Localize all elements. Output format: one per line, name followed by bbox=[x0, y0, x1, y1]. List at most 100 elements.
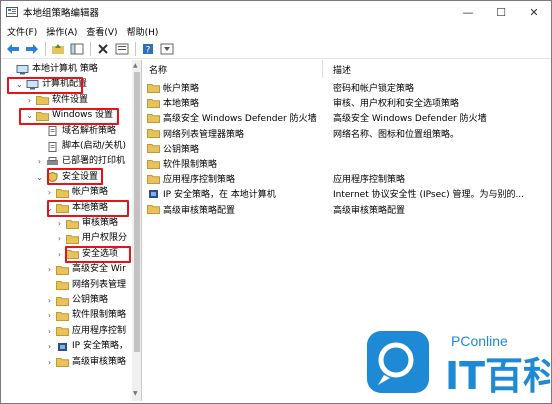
column-header-name[interactable]: 名称 bbox=[143, 60, 323, 78]
folder-icon bbox=[56, 280, 72, 291]
forward-arrow-icon[interactable] bbox=[24, 41, 40, 57]
highlight-security-options bbox=[65, 246, 131, 263]
column-header-description[interactable]: 描述 bbox=[325, 60, 551, 78]
back-arrow-icon[interactable] bbox=[5, 41, 21, 57]
expand-closed-chevron-icon[interactable]: › bbox=[45, 296, 54, 305]
folder-icon bbox=[66, 219, 82, 229]
watermark-brand-small: PConline bbox=[451, 333, 508, 349]
list-item[interactable]: 公钥策略 bbox=[143, 141, 551, 156]
tree-item[interactable]: › 帐户策略 bbox=[45, 185, 108, 200]
tree-item[interactable]: 域名解析策略 bbox=[35, 124, 116, 139]
tree-item-label: 用户权限分 bbox=[82, 233, 128, 244]
tree-item-label: 域名解析策略 bbox=[62, 125, 117, 136]
list-item-name: 高级审核策略配置 bbox=[163, 205, 236, 216]
expand-closed-chevron-icon[interactable]: › bbox=[45, 342, 54, 351]
tree-item[interactable]: › 软件设置 bbox=[25, 93, 88, 108]
expand-closed-chevron-icon[interactable]: › bbox=[25, 96, 34, 105]
ipsec-icon bbox=[56, 342, 72, 352]
tree-item[interactable]: › 审核策略 bbox=[55, 216, 118, 231]
expand-closed-chevron-icon[interactable]: › bbox=[45, 358, 54, 367]
show-hide-tree-icon[interactable] bbox=[69, 41, 85, 57]
list-item-description: 高级审核策略配置 bbox=[333, 205, 406, 216]
up-folder-icon[interactable] bbox=[50, 41, 66, 57]
tree-item[interactable]: › 高级安全 Wir bbox=[45, 262, 126, 277]
expand-closed-chevron-icon[interactable]: › bbox=[55, 234, 64, 243]
scroll-up-icon[interactable]: ▲ bbox=[133, 62, 138, 69]
folder-icon bbox=[147, 174, 163, 184]
list-item-description: 审核、用户权利和安全选项策略 bbox=[333, 99, 460, 110]
menu-help[interactable]: 帮助(H) bbox=[127, 25, 159, 38]
list-item-name: IP 安全策略，在 本地计算机 bbox=[163, 190, 276, 201]
list-item-name: 网络列表管理器策略 bbox=[163, 129, 245, 140]
ipsec-icon bbox=[147, 189, 163, 199]
tree-item-label: 本地计算机 策略 bbox=[32, 64, 98, 74]
expand-closed-chevron-icon[interactable]: › bbox=[45, 327, 54, 336]
delete-icon[interactable] bbox=[95, 41, 111, 57]
list-item-name-cell: 本地策略 bbox=[147, 96, 199, 109]
list-item[interactable]: 应用程序控制策略 应用程序控制策略 bbox=[143, 171, 551, 186]
no-expander bbox=[35, 142, 44, 151]
folder-icon bbox=[147, 83, 163, 93]
scroll-down-icon[interactable]: ▼ bbox=[133, 390, 138, 397]
list-item[interactable]: 帐户策略 密码和帐户锁定策略 bbox=[143, 80, 551, 95]
tree-item[interactable]: › 软件限制策略 bbox=[45, 308, 126, 323]
tree-item-label: 高级安全 Wir bbox=[72, 264, 126, 275]
list-item-description: 密码和帐户锁定策略 bbox=[333, 84, 415, 94]
list-item[interactable]: 软件限制策略 bbox=[143, 156, 551, 171]
svg-text:?: ? bbox=[146, 45, 151, 55]
list-item-name: 应用程序控制策略 bbox=[163, 175, 236, 186]
list-item-name: 公钥策略 bbox=[163, 144, 200, 155]
list-item[interactable]: 高级审核策略配置 高级审核策略配置 bbox=[143, 202, 551, 217]
list-item[interactable]: 网络列表管理器策略 网络名称、图标和位置组策略。 bbox=[143, 126, 551, 141]
tree-item[interactable]: › 应用程序控制 bbox=[45, 324, 126, 339]
tree-item[interactable]: 网络列表管理 bbox=[45, 278, 126, 293]
help-icon[interactable]: ? bbox=[140, 41, 156, 57]
tree-item[interactable]: › IP 安全策略， bbox=[45, 339, 128, 354]
app-icon bbox=[6, 7, 18, 17]
tree-item[interactable]: 本地计算机 策略 bbox=[5, 62, 98, 77]
highlight-local-policy bbox=[47, 200, 129, 217]
tree-item-label: 审核策略 bbox=[82, 218, 119, 228]
list-item[interactable]: 高级安全 Windows Defender 防火墙 高级安全 Windows De… bbox=[143, 110, 551, 125]
expand-closed-chevron-icon[interactable]: › bbox=[55, 219, 64, 228]
folder-icon bbox=[147, 98, 163, 108]
highlight-computer-config bbox=[7, 77, 83, 94]
list-item-name: 高级安全 Windows Defender 防火墙 bbox=[163, 114, 317, 125]
maximize-button[interactable]: ☐ bbox=[486, 1, 516, 23]
list-item-name: 软件限制策略 bbox=[163, 160, 218, 170]
tree-item-label: 应用程序控制 bbox=[72, 325, 127, 336]
tree-item[interactable]: 脚本(启动/关机) bbox=[35, 139, 126, 154]
tree-item[interactable]: › 高级审核策略 bbox=[45, 355, 126, 370]
toolbar-separator bbox=[135, 41, 136, 56]
list-item[interactable]: 本地策略 审核、用户权利和安全选项策略 bbox=[143, 95, 551, 110]
minimize-button[interactable]: — bbox=[453, 1, 483, 23]
expand-closed-chevron-icon[interactable]: › bbox=[45, 311, 54, 320]
title-bar: 本地组策略编辑器 — ☐ ✕ bbox=[1, 1, 551, 23]
list-item-name: 帐户策略 bbox=[163, 84, 200, 94]
expand-closed-chevron-icon[interactable]: › bbox=[45, 188, 54, 197]
properties-icon[interactable] bbox=[114, 41, 130, 57]
list-item[interactable]: IP 安全策略，在 本地计算机 Internet 协议安全性 (IPsec) 管理… bbox=[143, 186, 551, 201]
tree-scrollbar[interactable]: ▲ ▼ bbox=[132, 60, 141, 401]
computer-icon bbox=[16, 64, 32, 75]
group-policy-editor-window: 本地组策略编辑器 — ☐ ✕ 文件(F) 操作(A) 查看(V) 帮助(H) ?… bbox=[0, 0, 552, 404]
folder-icon bbox=[147, 113, 163, 123]
tree-item[interactable]: › 公钥策略 bbox=[45, 293, 108, 308]
filter-icon[interactable] bbox=[159, 41, 175, 57]
scroll-thumb[interactable] bbox=[134, 72, 140, 352]
list-item-description: 网络名称、图标和位置组策略。 bbox=[333, 129, 460, 140]
list-item-name-cell: 高级安全 Windows Defender 防火墙 bbox=[147, 111, 317, 124]
list-item-name-cell: 高级审核策略配置 bbox=[147, 203, 235, 216]
close-button[interactable]: ✕ bbox=[519, 1, 549, 23]
tree-item[interactable]: › 用户权限分 bbox=[55, 231, 127, 246]
policy-tree[interactable]: 本地计算机 策略 ⌄ 计算机配置 › 软件设置 ⌄ Windows 设置 域名解析策略 脚本(启… bbox=[1, 60, 142, 401]
folder-icon bbox=[56, 188, 72, 198]
expand-closed-chevron-icon[interactable]: › bbox=[35, 157, 44, 166]
expand-closed-chevron-icon[interactable]: › bbox=[55, 250, 64, 259]
window-title: 本地组策略编辑器 bbox=[23, 8, 100, 19]
expand-open-chevron-icon[interactable]: ⌄ bbox=[35, 173, 44, 182]
menu-file[interactable]: 文件(F) bbox=[7, 25, 37, 38]
menu-view[interactable]: 查看(V) bbox=[86, 25, 117, 38]
expand-closed-chevron-icon[interactable]: › bbox=[45, 265, 54, 274]
menu-action[interactable]: 操作(A) bbox=[46, 25, 77, 38]
